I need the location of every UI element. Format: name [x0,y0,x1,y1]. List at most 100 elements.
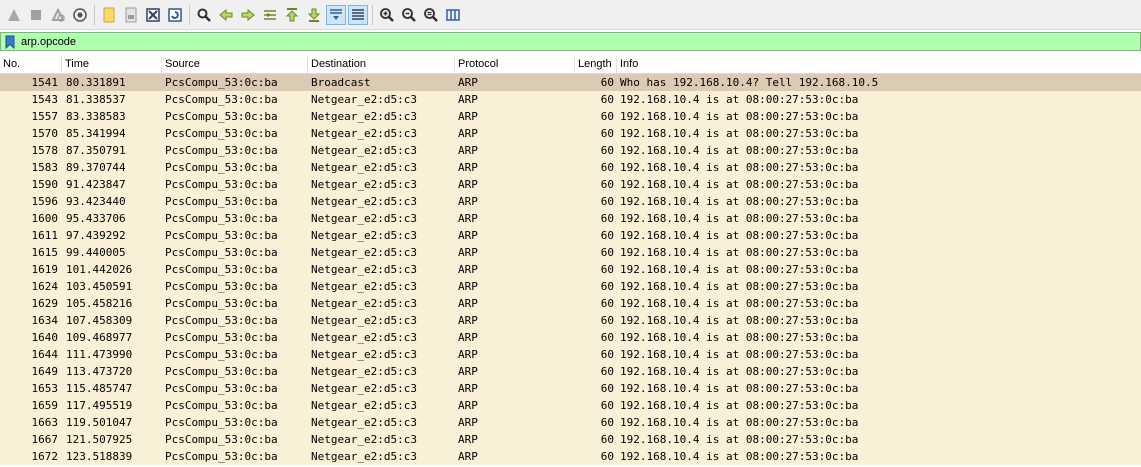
packet-destination: Netgear_e2:d5:c3 [311,297,417,310]
close-file-icon[interactable] [143,5,163,25]
column-header-destination[interactable]: Destination [308,56,455,73]
column-header-no[interactable]: No. [0,56,62,73]
go-forward-icon[interactable] [238,5,258,25]
packet-info: 192.168.10.4 is at 08:00:27:53:0c:ba [620,127,859,140]
auto-scroll-icon[interactable] [326,4,346,25]
packet-source: PcsCompu_53:0c:ba [165,93,278,106]
reload-file-icon[interactable] [165,5,185,25]
find-packet-icon[interactable] [194,5,214,25]
packet-length: 60 [600,382,614,395]
packet-no: 1624 [31,280,59,293]
colorize-icon[interactable] [348,4,368,25]
capture-options-icon[interactable] [70,5,90,25]
column-header-info[interactable]: Info [617,56,1141,73]
packet-time: 103.450591 [66,280,133,293]
packet-info: 192.168.10.4 is at 08:00:27:53:0c:ba [620,280,859,293]
table-row[interactable]: 1600 95.433706 PcsCompu_53:0c:ba Netgear_e2… [0,210,1141,227]
table-row[interactable]: 1557 83.338583 PcsCompu_53:0c:ba Netgear_e2… [0,108,1141,125]
table-row[interactable]: 1659 117.495519 PcsCompu_53:0c:ba Netgear_e… [0,397,1141,414]
packet-time: 123.518839 [66,450,133,463]
table-row[interactable]: 1629 105.458216 PcsCompu_53:0c:ba Netgear_e… [0,295,1141,312]
packet-source: PcsCompu_53:0c:ba [165,76,278,89]
column-header-length[interactable]: Length [575,56,617,73]
start-capture-icon[interactable] [4,5,24,25]
packet-list-header: No. Time Source Destination Protocol Len… [0,56,1141,74]
table-row[interactable]: 1653 115.485747 PcsCompu_53:0c:ba Netgear_e… [0,380,1141,397]
packet-time: 80.331891 [66,76,126,89]
table-row[interactable]: 1663 119.501047 PcsCompu_53:0c:ba Netgear_e… [0,414,1141,431]
zoom-normal-icon[interactable] [421,5,441,25]
packet-length: 60 [600,93,614,106]
packet-length: 60 [600,212,614,225]
packet-info: 192.168.10.4 is at 08:00:27:53:0c:ba [620,110,859,123]
stop-capture-icon[interactable] [26,5,46,25]
packet-protocol: ARP [458,331,478,344]
column-header-source[interactable]: Source [162,56,308,73]
table-row[interactable]: 1611 97.439292 PcsCompu_53:0c:ba Netgear_e2… [0,227,1141,244]
packet-length: 60 [600,433,614,446]
packet-time: 111.473990 [66,348,133,361]
go-last-packet-icon[interactable] [304,5,324,25]
go-first-packet-icon[interactable] [282,5,302,25]
packet-no: 1672 [31,450,59,463]
packet-info: Who has 192.168.10.4? Tell 192.168.10.5 [620,76,879,89]
packet-protocol: ARP [458,433,478,446]
table-row[interactable]: 1649 113.473720 PcsCompu_53:0c:ba Netgear_e… [0,363,1141,380]
table-row[interactable]: 1570 85.341994 PcsCompu_53:0c:ba Netgear_e2… [0,125,1141,142]
zoom-in-icon[interactable] [377,5,397,25]
go-to-packet-icon[interactable] [260,5,280,25]
save-file-icon[interactable] [121,5,141,25]
packet-protocol: ARP [458,263,478,276]
zoom-out-icon[interactable] [399,5,419,25]
packet-time: 119.501047 [66,416,133,429]
packet-source: PcsCompu_53:0c:ba [165,416,278,429]
display-filter-input[interactable] [21,34,1121,49]
column-header-protocol[interactable]: Protocol [455,56,575,73]
table-row[interactable]: 1596 93.423440 PcsCompu_53:0c:ba Netgear_e2… [0,193,1141,210]
resize-columns-icon[interactable] [443,5,463,25]
packet-rows: 1541 80.331891 PcsCompu_53:0c:ba Broadcast A… [0,74,1141,465]
packet-length: 60 [600,399,614,412]
table-row[interactable]: 1543 81.338537 PcsCompu_53:0c:ba Netgear_e2… [0,91,1141,108]
packet-protocol: ARP [458,212,478,225]
restart-capture-icon[interactable] [48,5,68,25]
packet-no: 1659 [31,399,59,412]
packet-source: PcsCompu_53:0c:ba [165,348,278,361]
table-row[interactable]: 1590 91.423847 PcsCompu_53:0c:ba Netgear_e2… [0,176,1141,193]
open-file-icon[interactable] [99,5,119,25]
packet-protocol: ARP [458,93,478,106]
packet-no: 1640 [31,331,59,344]
main-toolbar [0,0,1141,30]
table-row[interactable]: 1615 99.440005 PcsCompu_53:0c:ba Netgear_e2… [0,244,1141,261]
column-header-time[interactable]: Time [62,56,162,73]
packet-no: 1611 [31,229,59,242]
packet-info: 192.168.10.4 is at 08:00:27:53:0c:ba [620,348,859,361]
packet-no: 1578 [31,144,59,157]
packet-no: 1629 [31,297,59,310]
table-row[interactable]: 1634 107.458309 PcsCompu_53:0c:ba Netgear_e… [0,312,1141,329]
table-row[interactable]: 1644 111.473990 PcsCompu_53:0c:ba Netgear_e… [0,346,1141,363]
packet-info: 192.168.10.4 is at 08:00:27:53:0c:ba [620,382,859,395]
packet-protocol: ARP [458,416,478,429]
packet-length: 60 [600,416,614,429]
packet-source: PcsCompu_53:0c:ba [165,144,278,157]
packet-source: PcsCompu_53:0c:ba [165,450,278,463]
packet-protocol: ARP [458,178,478,191]
bookmark-icon[interactable] [3,34,17,49]
table-row[interactable]: 1624 103.450591 PcsCompu_53:0c:ba Netgear_e… [0,278,1141,295]
packet-destination: Netgear_e2:d5:c3 [311,382,417,395]
packet-destination: Netgear_e2:d5:c3 [311,110,417,123]
table-row[interactable]: 1672 123.518839 PcsCompu_53:0c:ba Netgear_e… [0,448,1141,465]
table-row[interactable]: 1583 89.370744 PcsCompu_53:0c:ba Netgear_e2… [0,159,1141,176]
packet-length: 60 [600,110,614,123]
go-back-icon[interactable] [216,5,236,25]
table-row[interactable]: 1541 80.331891 PcsCompu_53:0c:ba Broadcast A… [0,74,1141,91]
table-row[interactable]: 1640 109.468977 PcsCompu_53:0c:ba Netgear_e… [0,329,1141,346]
packet-source: PcsCompu_53:0c:ba [165,195,278,208]
packet-length: 60 [600,331,614,344]
table-row[interactable]: 1619 101.442026 PcsCompu_53:0c:ba Netgear_e… [0,261,1141,278]
table-row[interactable]: 1667 121.507925 PcsCompu_53:0c:ba Netgear_e… [0,431,1141,448]
packet-destination: Netgear_e2:d5:c3 [311,229,417,242]
table-row[interactable]: 1578 87.350791 PcsCompu_53:0c:ba Netgear_e2… [0,142,1141,159]
packet-destination: Netgear_e2:d5:c3 [311,161,417,174]
